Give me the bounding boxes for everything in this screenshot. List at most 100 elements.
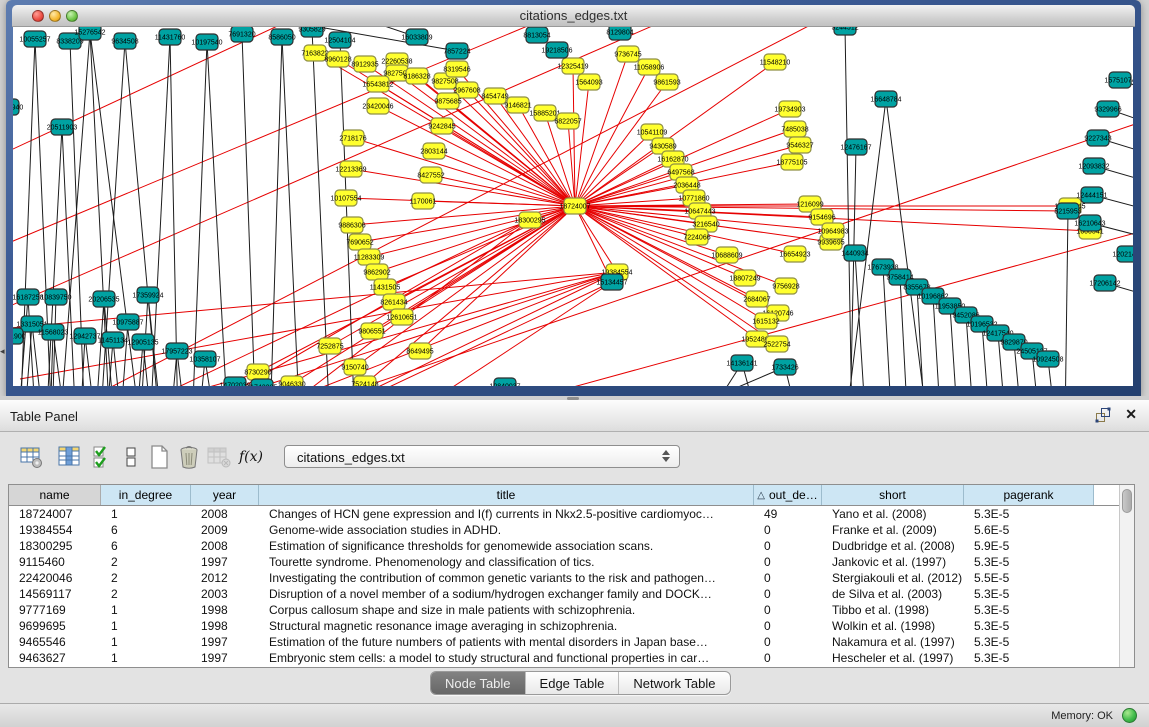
table-row[interactable]: 946362711997Embryonic stem cells: a mode…: [9, 650, 1119, 666]
tab-edge-table[interactable]: Edge Table: [526, 672, 620, 694]
graph-node-label: 16654923: [779, 252, 810, 259]
graph-edge: [312, 29, 330, 386]
column-header-label: in_degree: [119, 488, 172, 502]
table-row[interactable]: 1872400712008Changes of HCN gene express…: [9, 506, 1119, 522]
select-columns-button[interactable]: [90, 443, 116, 471]
memory-status-label: Memory: OK: [1051, 710, 1113, 722]
table-row[interactable]: 977716911998Corpus callosum shape and si…: [9, 602, 1119, 618]
table-cell: 19384554: [9, 522, 101, 538]
graph-node-label: 12610651: [386, 315, 417, 322]
graph-node-label: 10688609: [711, 253, 742, 260]
graph-node-label: 7857224: [443, 49, 470, 56]
graph-node-label: 12093832: [1078, 164, 1109, 171]
column-header-short[interactable]: short: [822, 485, 964, 505]
network-canvas-svg[interactable]: 1872400718300295193845547163822896012889…: [13, 27, 1133, 386]
function-builder-button[interactable]: f(x): [238, 443, 264, 471]
table-cell: 0: [754, 602, 822, 618]
network-canvas[interactable]: 1872400718300295193845547163822896012889…: [13, 27, 1133, 386]
table-cell: Estimation of significance thresholds fo…: [259, 538, 754, 554]
table-cell: 18724007: [9, 506, 101, 522]
graph-node-label: 12905135: [127, 340, 158, 347]
graph-node-label: 9736745: [614, 52, 641, 59]
table-tab-bar: Node TableEdge TableNetwork Table: [0, 671, 1149, 697]
table-row[interactable]: 1938455462009Genome-wide association stu…: [9, 522, 1119, 538]
tab-network-table[interactable]: Network Table: [619, 672, 729, 694]
network-window: citations_edges.txt 18724007183002951938…: [6, 0, 1141, 396]
delete-table-button[interactable]: [176, 443, 202, 471]
table-selector-value: citations_edges.txt: [297, 450, 405, 465]
float-panel-icon[interactable]: [1095, 407, 1111, 423]
column-header-year[interactable]: year: [191, 485, 259, 505]
graph-node-label: 10975887: [112, 320, 143, 327]
graph-node-label: 8649495: [406, 349, 433, 356]
table-row[interactable]: 1456911722003Disruption of a novel membe…: [9, 586, 1119, 602]
table-tabs: Node TableEdge TableNetwork Table: [430, 671, 731, 695]
graph-edge: [369, 206, 575, 257]
table-scrollbar-thumb[interactable]: [1122, 489, 1132, 513]
graph-node-label: 15276542: [74, 30, 105, 37]
app: { "window": { "title": "citations_edges.…: [0, 0, 1149, 727]
column-header-label: name: [39, 488, 69, 502]
table-body: 1872400712008Changes of HCN gene express…: [9, 506, 1119, 667]
close-panel-icon[interactable]: ✕: [1125, 406, 1137, 423]
table-cell: 0: [754, 522, 822, 538]
table-mode-button[interactable]: [18, 443, 44, 471]
graph-node-label: 9827508: [431, 79, 458, 86]
table-selector-dropdown[interactable]: citations_edges.txt: [284, 445, 680, 468]
table-cell: 1997: [191, 634, 259, 650]
graph-node-label: 10055257: [19, 37, 50, 44]
memory-status-led-icon[interactable]: [1122, 708, 1137, 723]
table-cell: Stergiakouli et al. (2012): [822, 570, 964, 586]
table-cell: 0: [754, 538, 822, 554]
graph-node-label: 8454749: [481, 94, 508, 101]
graph-node-label: 8730290: [244, 370, 271, 377]
graph-node-label: 9806551: [358, 329, 385, 336]
table-cell: 2009: [191, 522, 259, 538]
graph-node-label: 8338209: [56, 39, 83, 46]
column-header-name[interactable]: name: [9, 485, 101, 505]
table-row[interactable]: 1830029562008Estimation of significance …: [9, 538, 1119, 554]
graph-node-label: 12325419: [557, 64, 588, 71]
panel-collapse-arrow-icon[interactable]: ◂: [0, 346, 5, 357]
table-cell: 9465546: [9, 634, 101, 650]
tab-node-table[interactable]: Node Table: [431, 672, 526, 694]
column-header-in_degree[interactable]: in_degree: [101, 485, 191, 505]
table-cell: 5.3E-5: [964, 618, 1094, 634]
table-cell: 49: [754, 506, 822, 522]
graph-node-label: 11439940: [13, 105, 23, 112]
table-cell: Structural magnetic resonance image aver…: [259, 618, 754, 634]
graph-node-label: 10197540: [191, 40, 222, 47]
table-row[interactable]: 946554611997Estimation of the future num…: [9, 634, 1119, 650]
graph-node-label: 15751074: [1104, 78, 1133, 85]
graph-node-label: 17206142: [1089, 281, 1120, 288]
table-row[interactable]: 2242004622012Investigating the contribut…: [9, 570, 1119, 586]
table-cell: 0: [754, 634, 822, 650]
graph-edge: [150, 37, 170, 386]
table-row[interactable]: 969969511998Structural magnetic resonanc…: [9, 618, 1119, 634]
graph-node-label: 16648784: [870, 97, 901, 104]
graph-node-label: 8129804: [606, 30, 633, 37]
delete-columns-button-disabled[interactable]: [206, 443, 232, 471]
graph-edge: [575, 159, 673, 206]
new-document-icon: [147, 444, 171, 470]
graph-node-label: 14136141: [726, 361, 757, 368]
table-row[interactable]: 911546021997Tourette syndrome. Phenomeno…: [9, 554, 1119, 570]
graph-node-label: 19734903: [774, 107, 805, 114]
network-window-titlebar[interactable]: citations_edges.txt: [12, 5, 1135, 27]
table-scrollbar[interactable]: [1119, 485, 1134, 667]
show-columns-button[interactable]: [56, 443, 82, 471]
create-table-button[interactable]: [146, 443, 172, 471]
table-cell: 5.3E-5: [964, 650, 1094, 666]
column-header-pagerank[interactable]: pagerank: [964, 485, 1094, 505]
row-height-button[interactable]: [118, 443, 144, 471]
column-header-title[interactable]: title: [259, 485, 754, 505]
table-cell: 9777169: [9, 602, 101, 618]
table-cell: de Silva et al. (2003): [822, 586, 964, 602]
graph-node-label: 2803144: [420, 149, 447, 156]
column-header-out_de[interactable]: △out_de…: [754, 485, 822, 505]
table-cell: 18300295: [9, 538, 101, 554]
table-cell: 2008: [191, 506, 259, 522]
column-header-label: pagerank: [1003, 488, 1053, 502]
table-cell: 1: [101, 506, 191, 522]
table-cell: 1: [101, 618, 191, 634]
